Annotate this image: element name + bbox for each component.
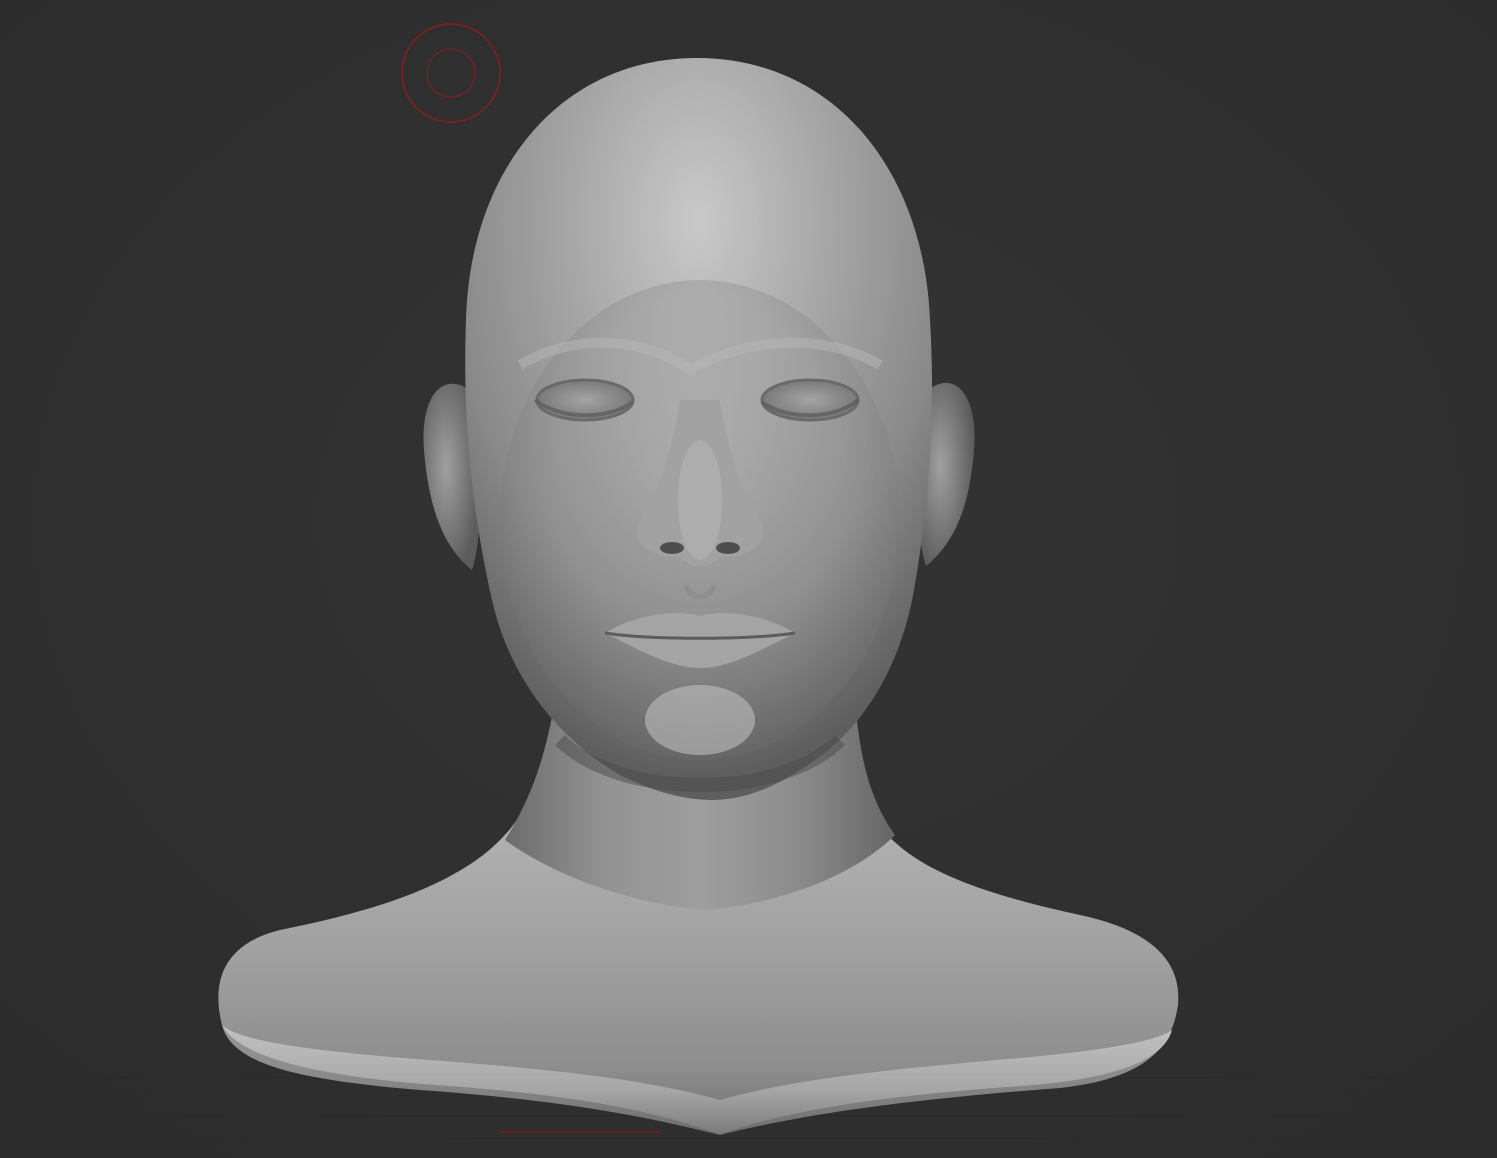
model-chin [645, 685, 755, 755]
model-nostril-left [660, 542, 684, 554]
model-nostril-right [716, 542, 740, 554]
viewport-canvas[interactable] [0, 0, 1497, 1158]
sculpt-viewport[interactable] [0, 0, 1497, 1158]
